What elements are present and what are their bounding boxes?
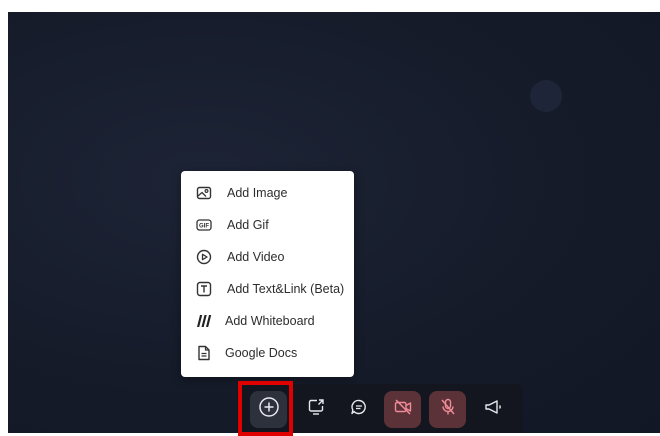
- menu-item-add-video[interactable]: Add Video: [181, 242, 354, 272]
- menu-item-label: Add Text&Link (Beta): [227, 282, 345, 296]
- call-toolbar: [237, 384, 523, 433]
- menu-item-label: Add Whiteboard: [225, 314, 315, 328]
- menu-item-add-whiteboard[interactable]: Add Whiteboard: [181, 306, 354, 336]
- menu-item-add-text-link[interactable]: Add Text&Link (Beta): [181, 274, 354, 304]
- svg-text:GIF: GIF: [199, 224, 209, 230]
- image-icon: [196, 185, 212, 201]
- menu-item-label: Add Gif: [227, 218, 269, 232]
- megaphone-icon: [483, 397, 503, 422]
- mic-toggle-button[interactable]: [429, 391, 466, 428]
- text-box-icon: [196, 281, 212, 297]
- gif-icon: GIF: [196, 217, 212, 233]
- menu-item-add-image[interactable]: Add Image: [181, 178, 354, 208]
- menu-item-label: Add Video: [227, 250, 285, 264]
- screen-share-icon: [306, 397, 326, 422]
- camera-off-icon: [393, 397, 413, 422]
- mic-off-icon: [438, 397, 458, 422]
- menu-item-label: Google Docs: [225, 346, 298, 360]
- background-spot: [530, 80, 562, 112]
- miro-icon: [196, 313, 212, 329]
- menu-item-add-gif[interactable]: GIF Add Gif: [181, 210, 354, 240]
- screen-share-button[interactable]: [297, 391, 334, 428]
- play-circle-icon: [196, 249, 212, 265]
- menu-item-google-docs[interactable]: Google Docs: [181, 338, 354, 368]
- announce-button[interactable]: [474, 391, 511, 428]
- add-content-menu: Add Image GIF Add Gif Add Video Add Text…: [181, 171, 354, 377]
- plus-circle-icon: [258, 396, 280, 423]
- chat-button[interactable]: [340, 391, 377, 428]
- camera-toggle-button[interactable]: [384, 391, 421, 428]
- chat-icon: [349, 397, 369, 422]
- document-icon: [196, 345, 212, 361]
- add-content-button[interactable]: [250, 391, 287, 428]
- menu-item-label: Add Image: [227, 186, 288, 200]
